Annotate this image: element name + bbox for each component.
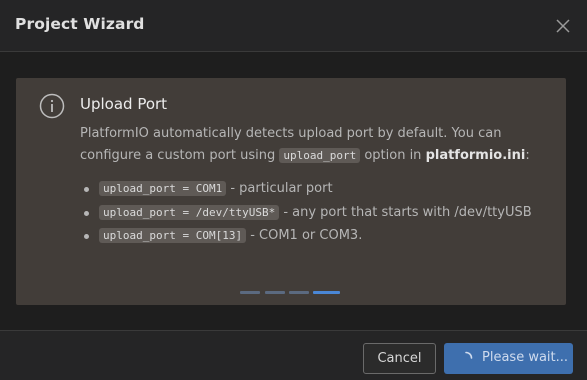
bullet [84, 187, 89, 192]
bullet [84, 210, 89, 216]
example-list: upload_port = COM1 - particular port upl… [82, 177, 532, 248]
list-item-text: - any port that starts with /dev/ttyUSB [279, 204, 532, 220]
spinner-icon [459, 351, 473, 365]
pager-dot[interactable] [313, 291, 340, 294]
pager-dot[interactable] [240, 291, 260, 294]
inline-code: upload_port [279, 148, 361, 163]
desc-text: option in [360, 148, 426, 163]
please-wait-button[interactable]: Please wait... [444, 343, 573, 374]
pager-dot[interactable] [289, 291, 309, 294]
dialog-title: Project Wizard [15, 15, 145, 33]
bullet [84, 234, 89, 239]
inline-code: upload_port = COM[13] [99, 228, 247, 243]
dialog-body: Upload Port PlatformIO automatically det… [0, 52, 587, 330]
info-icon [39, 93, 65, 119]
list-item: upload_port = /dev/ttyUSB* - any port th… [82, 201, 532, 225]
list-item: upload_port = COM1 - particular port [82, 177, 532, 201]
card-title: Upload Port [80, 95, 168, 113]
inline-code: upload_port = /dev/ttyUSB* [99, 204, 280, 220]
desc-text: : [525, 148, 530, 163]
close-icon[interactable] [551, 14, 575, 38]
list-item: upload_port = COM[13] - COM1 or COM3. [82, 224, 532, 248]
dialog-footer: Cancel Please wait... [0, 330, 587, 380]
list-item-text: - particular port [226, 181, 333, 196]
list-item-text: - COM1 or COM3. [246, 228, 363, 243]
please-wait-label: Please wait... [482, 350, 569, 365]
info-card: Upload Port PlatformIO automatically det… [16, 78, 566, 305]
pager-dot[interactable] [265, 291, 285, 294]
config-file-name: platformio.ini [425, 148, 526, 163]
card-description: PlatformIO automatically detects upload … [80, 123, 550, 167]
dialog-header: Project Wizard [0, 0, 587, 52]
inline-code: upload_port = COM1 [99, 181, 227, 196]
project-wizard-dialog: Project Wizard Upload Port PlatformIO au… [0, 0, 587, 380]
cancel-button[interactable]: Cancel [363, 343, 436, 374]
